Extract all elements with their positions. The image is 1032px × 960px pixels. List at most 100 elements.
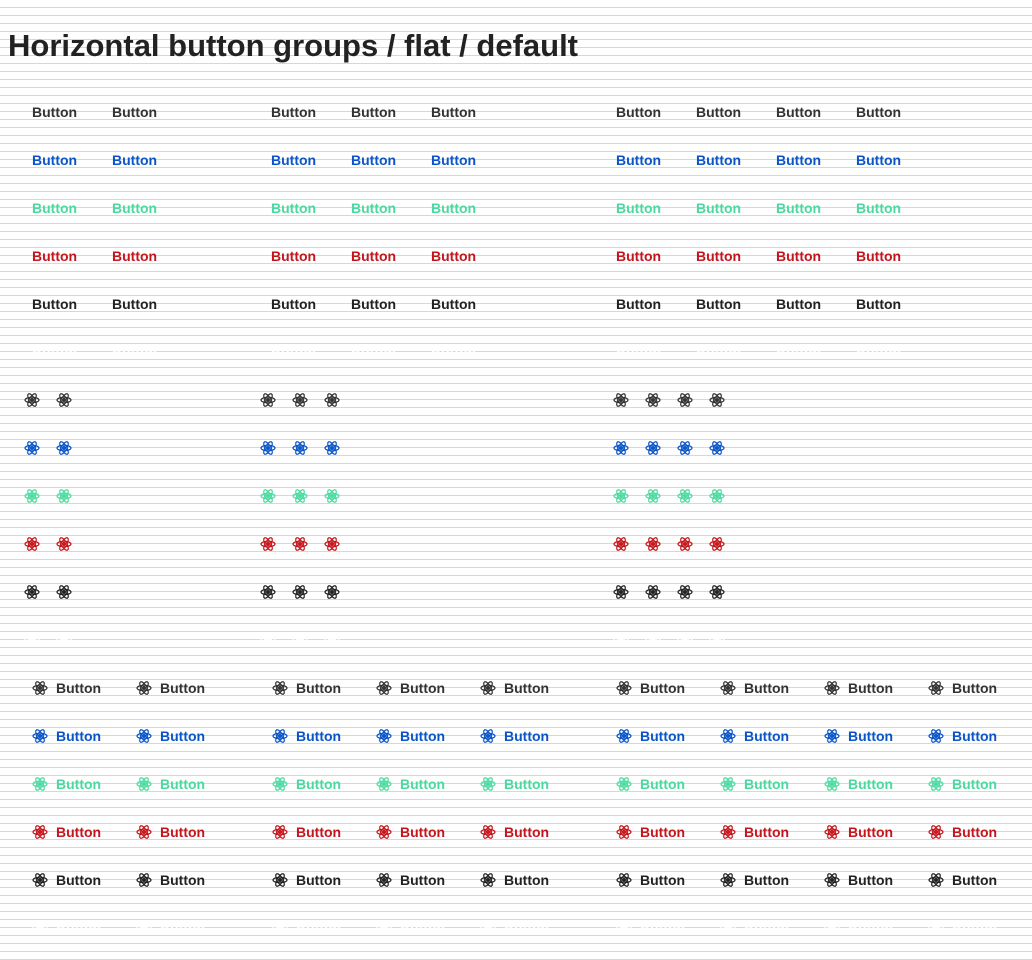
light-text-button[interactable]: Button	[431, 340, 476, 364]
default-icon-button[interactable]	[260, 388, 276, 412]
light-text-button[interactable]: Button	[271, 340, 316, 364]
light-icon-text-button[interactable]: Button	[720, 916, 789, 940]
dark-icon-text-button[interactable]: Button	[376, 868, 445, 892]
success-icon-text-button[interactable]: Button	[136, 772, 205, 796]
dark-text-button[interactable]: Button	[112, 292, 157, 316]
light-icon-text-button[interactable]: Button	[928, 916, 997, 940]
dark-icon-button[interactable]	[613, 580, 629, 604]
light-text-button[interactable]: Button	[776, 340, 821, 364]
success-icon-text-button[interactable]: Button	[272, 772, 341, 796]
primary-text-button[interactable]: Button	[776, 148, 821, 172]
light-icon-text-button[interactable]: Button	[376, 916, 445, 940]
primary-icon-button[interactable]	[260, 436, 276, 460]
default-text-button[interactable]: Button	[112, 100, 157, 124]
light-icon-text-button[interactable]: Button	[32, 916, 101, 940]
default-text-button[interactable]: Button	[856, 100, 901, 124]
dark-icon-button[interactable]	[324, 580, 340, 604]
primary-text-button[interactable]: Button	[616, 148, 661, 172]
default-icon-button[interactable]	[645, 388, 661, 412]
primary-icon-button[interactable]	[677, 436, 693, 460]
success-icon-text-button[interactable]: Button	[616, 772, 685, 796]
success-text-button[interactable]: Button	[616, 196, 661, 220]
default-icon-text-button[interactable]: Button	[272, 676, 341, 700]
danger-icon-text-button[interactable]: Button	[32, 820, 101, 844]
danger-text-button[interactable]: Button	[271, 244, 316, 268]
dark-icon-text-button[interactable]: Button	[480, 868, 549, 892]
default-text-button[interactable]: Button	[616, 100, 661, 124]
danger-icon-button[interactable]	[677, 532, 693, 556]
dark-icon-button[interactable]	[260, 580, 276, 604]
success-icon-text-button[interactable]: Button	[720, 772, 789, 796]
danger-icon-text-button[interactable]: Button	[616, 820, 685, 844]
default-icon-text-button[interactable]: Button	[928, 676, 997, 700]
primary-icon-button[interactable]	[613, 436, 629, 460]
primary-icon-text-button[interactable]: Button	[928, 724, 997, 748]
dark-icon-text-button[interactable]: Button	[928, 868, 997, 892]
success-text-button[interactable]: Button	[32, 196, 77, 220]
dark-text-button[interactable]: Button	[616, 292, 661, 316]
success-icon-button[interactable]	[292, 484, 308, 508]
primary-icon-text-button[interactable]: Button	[272, 724, 341, 748]
default-text-button[interactable]: Button	[696, 100, 741, 124]
light-icon-button[interactable]	[709, 628, 725, 652]
danger-icon-text-button[interactable]: Button	[720, 820, 789, 844]
danger-icon-button[interactable]	[56, 532, 72, 556]
light-icon-button[interactable]	[56, 628, 72, 652]
danger-icon-button[interactable]	[709, 532, 725, 556]
danger-text-button[interactable]: Button	[32, 244, 77, 268]
danger-icon-button[interactable]	[613, 532, 629, 556]
light-text-button[interactable]: Button	[351, 340, 396, 364]
danger-text-button[interactable]: Button	[696, 244, 741, 268]
light-icon-text-button[interactable]: Button	[616, 916, 685, 940]
success-text-button[interactable]: Button	[351, 196, 396, 220]
success-icon-button[interactable]	[56, 484, 72, 508]
success-icon-button[interactable]	[645, 484, 661, 508]
light-icon-text-button[interactable]: Button	[272, 916, 341, 940]
light-text-button[interactable]: Button	[32, 340, 77, 364]
default-icon-button[interactable]	[613, 388, 629, 412]
danger-icon-button[interactable]	[260, 532, 276, 556]
light-icon-button[interactable]	[260, 628, 276, 652]
success-text-button[interactable]: Button	[112, 196, 157, 220]
danger-icon-button[interactable]	[645, 532, 661, 556]
default-text-button[interactable]: Button	[271, 100, 316, 124]
primary-text-button[interactable]: Button	[856, 148, 901, 172]
dark-text-button[interactable]: Button	[271, 292, 316, 316]
success-icon-text-button[interactable]: Button	[480, 772, 549, 796]
light-icon-button[interactable]	[677, 628, 693, 652]
success-icon-text-button[interactable]: Button	[376, 772, 445, 796]
default-text-button[interactable]: Button	[32, 100, 77, 124]
default-icon-text-button[interactable]: Button	[480, 676, 549, 700]
light-icon-text-button[interactable]: Button	[136, 916, 205, 940]
default-icon-button[interactable]	[677, 388, 693, 412]
primary-icon-button[interactable]	[645, 436, 661, 460]
dark-icon-button[interactable]	[677, 580, 693, 604]
dark-text-button[interactable]: Button	[431, 292, 476, 316]
success-icon-button[interactable]	[613, 484, 629, 508]
dark-icon-button[interactable]	[645, 580, 661, 604]
success-text-button[interactable]: Button	[776, 196, 821, 220]
danger-icon-button[interactable]	[292, 532, 308, 556]
primary-icon-text-button[interactable]: Button	[720, 724, 789, 748]
primary-text-button[interactable]: Button	[271, 148, 316, 172]
light-icon-button[interactable]	[645, 628, 661, 652]
primary-icon-button[interactable]	[292, 436, 308, 460]
default-icon-text-button[interactable]: Button	[32, 676, 101, 700]
default-text-button[interactable]: Button	[776, 100, 821, 124]
primary-icon-text-button[interactable]: Button	[32, 724, 101, 748]
default-icon-text-button[interactable]: Button	[376, 676, 445, 700]
success-icon-text-button[interactable]: Button	[824, 772, 893, 796]
primary-text-button[interactable]: Button	[351, 148, 396, 172]
danger-text-button[interactable]: Button	[112, 244, 157, 268]
light-text-button[interactable]: Button	[616, 340, 661, 364]
dark-icon-text-button[interactable]: Button	[32, 868, 101, 892]
light-text-button[interactable]: Button	[696, 340, 741, 364]
primary-icon-button[interactable]	[709, 436, 725, 460]
danger-text-button[interactable]: Button	[351, 244, 396, 268]
default-icon-text-button[interactable]: Button	[136, 676, 205, 700]
success-text-button[interactable]: Button	[431, 196, 476, 220]
dark-icon-text-button[interactable]: Button	[720, 868, 789, 892]
success-icon-text-button[interactable]: Button	[928, 772, 997, 796]
default-icon-text-button[interactable]: Button	[824, 676, 893, 700]
primary-icon-button[interactable]	[56, 436, 72, 460]
